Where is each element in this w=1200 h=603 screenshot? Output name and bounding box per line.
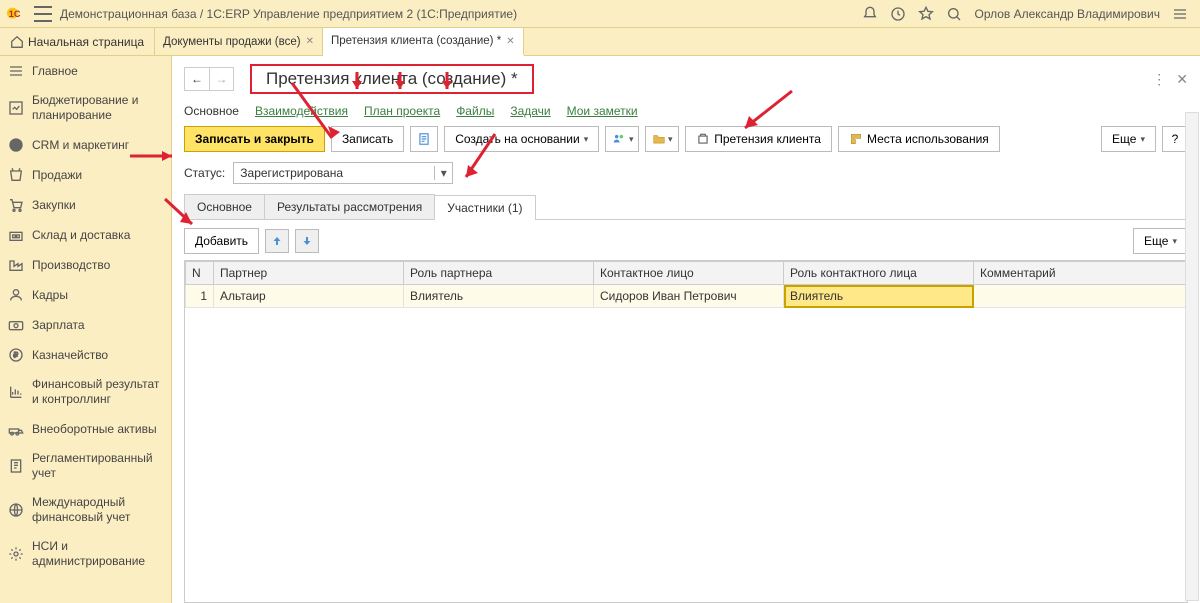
col-partner[interactable]: Партнер [214,262,404,285]
sidebar-item-main[interactable]: Главное [0,56,171,86]
people-icon-button[interactable]: ▾ [605,126,639,152]
linktab-plan[interactable]: План проекта [364,104,440,118]
history-icon[interactable] [890,6,906,22]
notifications-icon[interactable] [862,6,878,22]
sidebar-item-purchases[interactable]: Закупки [0,190,171,220]
sidebar-item-sales[interactable]: Продажи [0,160,171,190]
navigation-sidebar: Главное Бюджетирование и планирование CR… [0,56,172,603]
linktab-notes[interactable]: Мои заметки [567,104,638,118]
page-title: Претензия клиента (создание) * [250,64,534,94]
grid-toolbar: Добавить Еще ▾ [184,228,1188,254]
sidebar-item-warehouse[interactable]: Склад и доставка [0,220,171,250]
close-icon[interactable]: ✕ [506,36,514,47]
status-label: Статус: [184,166,225,180]
sidebar-item-production[interactable]: Производство [0,250,171,280]
settings-menu-icon[interactable] [1172,6,1188,22]
report-icon-button[interactable] [410,126,438,152]
close-page-icon[interactable]: ✕ [1176,71,1188,88]
user-menu[interactable]: Орлов Александр Владимирович [974,7,1160,21]
main-content: ← → Претензия клиента (создание) * ⋮ ✕ О… [172,56,1200,603]
sidebar-item-budget[interactable]: Бюджетирование и планирование [0,86,171,130]
vertical-scrollbar[interactable] [1185,112,1199,601]
chevron-down-icon[interactable]: ▾ [434,166,452,180]
col-contact[interactable]: Контактное лицо [594,262,784,285]
nav-back-button[interactable]: ← [185,68,209,90]
window-title: Демонстрационная база / 1C:ERP Управлени… [60,7,517,21]
save-button[interactable]: Записать [331,126,404,152]
table-row[interactable]: 1 Альтаир Влиятель Сидоров Иван Петрович… [186,285,1187,308]
tab-documents[interactable]: Документы продажи (все) ✕ [155,28,323,55]
title-bar: 1С Демонстрационная база / 1C:ERP Управл… [0,0,1200,28]
nav-forward-button[interactable]: → [209,68,233,90]
sidebar-item-crm[interactable]: CRM и маркетинг [0,130,171,160]
cell-n[interactable]: 1 [186,285,214,308]
svg-text:₽: ₽ [13,351,18,360]
linktab-files[interactable]: Файлы [456,104,494,118]
linktab-tasks[interactable]: Задачи [510,104,550,118]
search-icon[interactable] [946,6,962,22]
linktab-interactions[interactable]: Взаимодействия [255,104,348,118]
cell-contact-role[interactable]: Влиятель [784,285,974,308]
user-name: Орлов Александр Владимирович [974,7,1160,21]
close-icon[interactable]: ✕ [306,36,314,47]
more-menu-icon[interactable]: ⋮ [1152,71,1166,88]
usage-button[interactable]: Места использования [838,126,1000,152]
col-n[interactable]: N [186,262,214,285]
cell-contact[interactable]: Сидоров Иван Петрович [594,285,784,308]
sidebar-item-hr[interactable]: Кадры [0,280,171,310]
page-toolbar: Записать и закрыть Записать Создать на о… [184,126,1188,152]
move-up-button[interactable] [265,229,289,253]
innertab-participants[interactable]: Участники (1) [434,195,535,220]
folder-icon-button[interactable]: ▾ [645,126,679,152]
main-menu-icon[interactable] [34,6,52,22]
page-link-tabs: Основное Взаимодействия План проекта Фай… [184,104,1188,118]
svg-text:1С: 1С [9,9,21,19]
sidebar-item-assets[interactable]: Внеоборотные активы [0,414,171,444]
sidebar-item-regaccount[interactable]: Регламентированный учет [0,444,171,488]
col-contact-role[interactable]: Роль контактного лица [784,262,974,285]
linktab-main[interactable]: Основное [184,104,239,118]
cell-partner[interactable]: Альтаир [214,285,404,308]
col-comment[interactable]: Комментарий [974,262,1187,285]
status-select[interactable]: Зарегистрирована ▾ [233,162,453,184]
col-partner-role[interactable]: Роль партнера [404,262,594,285]
sidebar-item-nsi[interactable]: НСИ и администрирование [0,532,171,576]
app-logo: 1С [6,5,28,23]
cell-comment[interactable] [974,285,1187,308]
sidebar-item-intlaccount[interactable]: Международный финансовый учет [0,488,171,532]
move-down-button[interactable] [295,229,319,253]
sidebar-item-treasury[interactable]: ₽Казначейство [0,340,171,370]
grid-more-button[interactable]: Еще ▾ [1133,228,1188,254]
claim-button[interactable]: Претензия клиента [685,126,832,152]
home-tab[interactable]: Начальная страница [0,28,155,55]
nav-arrows: ← → [184,67,234,91]
sidebar-item-finresult[interactable]: Финансовый результат и контроллинг [0,370,171,414]
add-button[interactable]: Добавить [184,228,259,254]
save-close-button[interactable]: Записать и закрыть [184,126,325,152]
create-based-button[interactable]: Создать на основании ▾ [444,126,599,152]
more-button[interactable]: Еще ▾ [1101,126,1156,152]
participants-grid[interactable]: N Партнер Роль партнера Контактное лицо … [184,260,1188,603]
sidebar-item-salary[interactable]: Зарплата [0,310,171,340]
home-label: Начальная страница [28,35,144,49]
innertab-results[interactable]: Результаты рассмотрения [264,194,435,219]
innertab-main[interactable]: Основное [184,194,265,219]
status-value: Зарегистрирована [234,166,434,180]
inner-tabs: Основное Результаты рассмотрения Участни… [184,194,1188,220]
cell-partner-role[interactable]: Влиятель [404,285,594,308]
tab-claim[interactable]: Претензия клиента (создание) * ✕ [323,28,524,56]
favorites-icon[interactable] [918,6,934,22]
open-tabs-bar: Начальная страница Документы продажи (вс… [0,28,1200,56]
